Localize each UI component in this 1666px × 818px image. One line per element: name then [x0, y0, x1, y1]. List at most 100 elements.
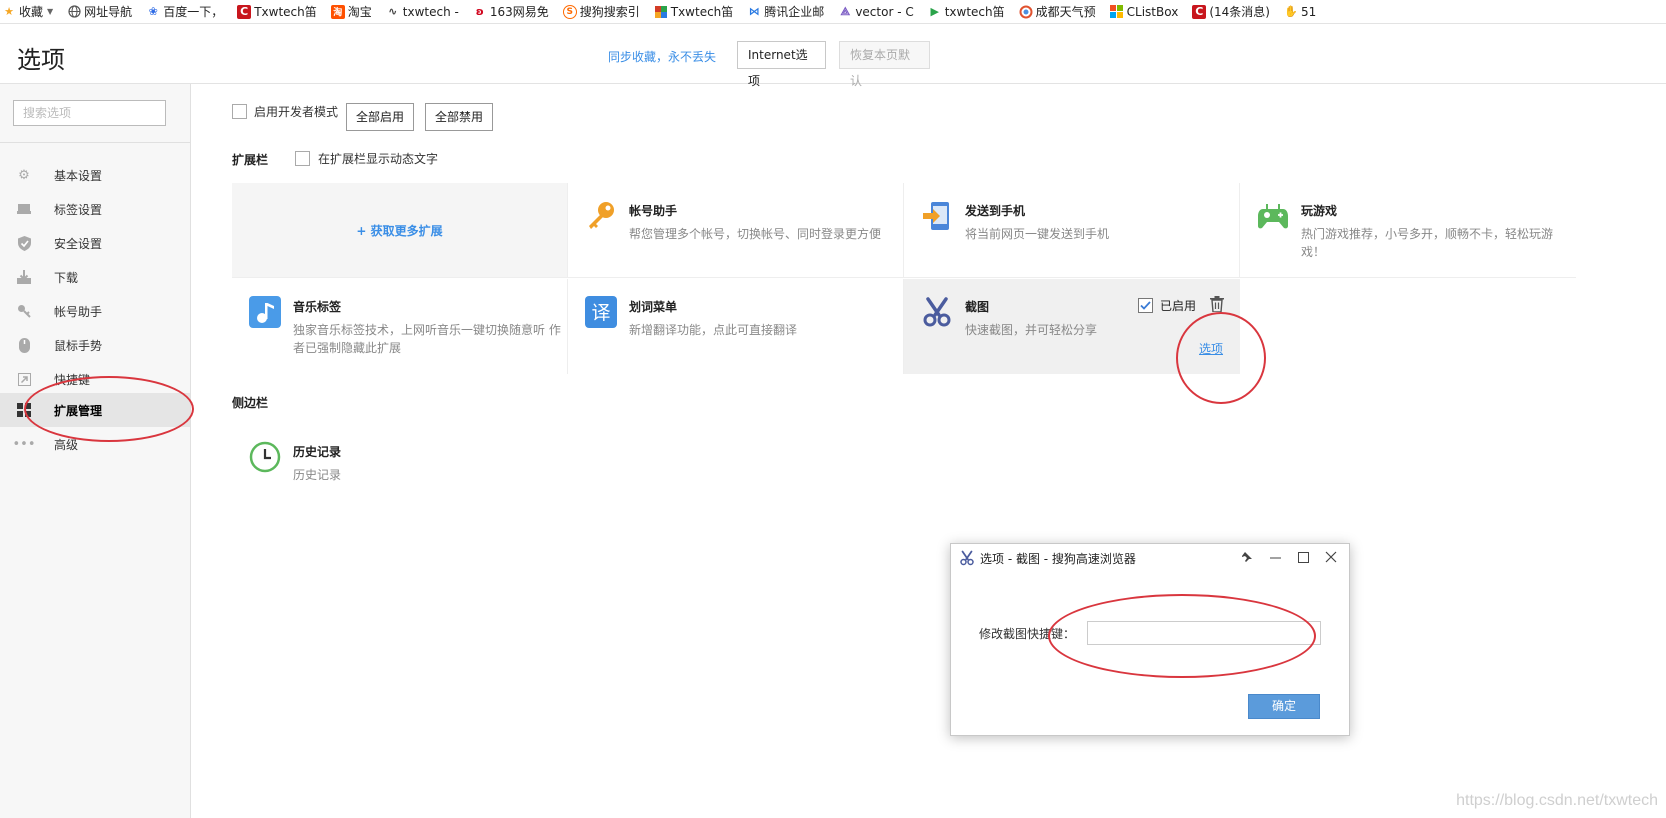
- toolbar-section-title: 扩展栏: [232, 153, 269, 167]
- get-more-card[interactable]: + 获取更多扩展: [232, 183, 568, 278]
- sidebar: 搜索选项 ⚙ 基本设置 标签设置 安全设置 下载 帐号助手 鼠标手势 快捷键 扩…: [0, 84, 191, 818]
- sidebar-item-label: 下载: [54, 270, 79, 285]
- sidebar-item-shortcuts[interactable]: 快捷键: [0, 362, 190, 396]
- page-title: 选项: [17, 46, 65, 74]
- dev-mode-checkbox[interactable]: [232, 104, 247, 119]
- sidebar-item-account[interactable]: 帐号助手: [0, 294, 190, 328]
- enabled-toggle[interactable]: 已启用: [1138, 297, 1196, 314]
- enabled-checkbox[interactable]: [1138, 298, 1153, 313]
- bookmark-item[interactable]: S 搜狗搜索引: [562, 3, 640, 20]
- bookmark-item[interactable]: 淘 淘宝: [330, 3, 372, 20]
- bookmark-item[interactable]: CListBox: [1110, 4, 1179, 19]
- bookmark-item[interactable]: 成都天气预: [1019, 3, 1096, 20]
- bookmark-item[interactable]: ✋ 51: [1284, 5, 1316, 19]
- internet-options-button[interactable]: Internet选项: [737, 41, 826, 88]
- colorful-icon: [654, 5, 668, 19]
- bookmark-item[interactable]: ▶ txwtech笛: [928, 3, 1005, 20]
- extension-card-account[interactable]: 帐号助手 帮您管理多个帐号，切换帐号、同时登录更方便: [568, 183, 904, 278]
- bookmark-label: 腾讯企业邮: [764, 5, 825, 19]
- sidebar-item-mouse-gesture[interactable]: 鼠标手势: [0, 328, 190, 362]
- sidebar-item-label: 标签设置: [54, 202, 103, 217]
- chevron-down-icon: ▼: [47, 7, 54, 16]
- key-icon: [585, 200, 617, 232]
- trash-icon[interactable]: [1210, 296, 1224, 313]
- sidebar-item-label: 基本设置: [54, 168, 103, 183]
- sogou-icon: S: [562, 4, 577, 19]
- extension-options-link[interactable]: 选项: [1199, 340, 1223, 357]
- enable-all-button[interactable]: 全部启用: [346, 103, 414, 131]
- bookmark-item[interactable]: ∿ txwtech -: [386, 5, 459, 19]
- bookmark-label: Txwtech笛: [670, 5, 734, 19]
- extension-desc: 新增翻译功能，点此可直接翻译: [629, 323, 798, 337]
- extension-card-screenshot[interactable]: 截图 快速截图，并可轻松分享 已启用 选项: [904, 279, 1240, 374]
- bookmark-label: txwtech -: [402, 4, 459, 19]
- divider: [0, 142, 190, 143]
- extension-card-send-to-phone[interactable]: 发送到手机 将当前网页一键发送到手机: [904, 183, 1240, 278]
- search-input[interactable]: 搜索选项: [13, 100, 166, 126]
- svg-text:译: 译: [591, 302, 610, 324]
- dev-mode-toggle[interactable]: 启用开发者模式: [232, 103, 338, 120]
- dialog-titlebar[interactable]: 选项 - 截图 - 搜狗高速浏览器: [951, 544, 1349, 572]
- bookmark-label: 51: [1300, 4, 1317, 19]
- extension-card-games[interactable]: 玩游戏 热门游戏推荐，小号多开，顺畅不卡，轻松玩游戏！: [1240, 183, 1576, 278]
- scissors-icon: [959, 550, 975, 566]
- sidebar-item-download[interactable]: 下载: [0, 260, 190, 294]
- sidebar-item-advanced[interactable]: ••• 高级: [0, 427, 190, 461]
- scissors-icon: [921, 296, 953, 328]
- extension-name: 历史记录: [293, 445, 342, 459]
- sidebar-item-extensions[interactable]: 扩展管理: [0, 393, 190, 427]
- bookmark-item[interactable]: C Txwtech笛: [237, 3, 317, 20]
- pin-icon[interactable]: [1239, 549, 1255, 565]
- bookmark-item[interactable]: ❀ 百度一下，: [146, 3, 224, 20]
- bookmark-item[interactable]: ʚ 163网易免: [473, 3, 549, 20]
- dialog-title: 选项 - 截图 - 搜狗高速浏览器: [980, 551, 1136, 566]
- dynamic-text-checkbox[interactable]: [295, 151, 310, 166]
- sidebar-section-title: 侧边栏: [232, 396, 269, 410]
- bookmark-label: (14条消息): [1209, 5, 1270, 19]
- bookmark-item[interactable]: Txwtech笛: [654, 3, 734, 20]
- gamepad-icon: [1257, 200, 1289, 232]
- download-icon: [16, 269, 32, 285]
- vector-icon: ⟁: [840, 4, 851, 18]
- bookmark-label: 百度一下，: [163, 5, 224, 19]
- shortcut-input[interactable]: [1087, 621, 1321, 645]
- shortcut-icon: [16, 371, 32, 387]
- check-icon: [1140, 301, 1151, 310]
- dynamic-text-toggle[interactable]: 在扩展栏显示动态文字: [295, 150, 438, 167]
- get-more-extensions-link[interactable]: + 获取更多扩展: [356, 222, 442, 239]
- mouse-icon: [16, 337, 32, 353]
- bookmark-item[interactable]: ⋈ 腾讯企业邮: [747, 3, 825, 20]
- maximize-icon[interactable]: [1295, 549, 1311, 565]
- bookmark-label: CListBox: [1126, 4, 1179, 19]
- bookmark-item[interactable]: 网址导航: [67, 3, 132, 20]
- extension-name: 音乐标签: [293, 300, 342, 314]
- ok-button[interactable]: 确定: [1248, 694, 1320, 719]
- bookmark-item[interactable]: C (14条消息): [1192, 3, 1270, 20]
- sidebar-item-tabs[interactable]: 标签设置: [0, 192, 190, 226]
- bookmark-label: 网址导航: [84, 5, 133, 19]
- more-icon: •••: [12, 436, 36, 452]
- extension-name: 截图: [965, 300, 990, 314]
- minimize-icon[interactable]: [1267, 549, 1283, 565]
- sidebar-extension-history[interactable]: 历史记录 历史记录: [232, 424, 568, 519]
- netease-icon: ʚ: [475, 5, 484, 18]
- extension-card-music[interactable]: 音乐标签 独家音乐标签技术，上网听音乐一键切换随意听 作者已强制隐藏此扩展: [232, 279, 568, 374]
- sidebar-item-security[interactable]: 安全设置: [0, 226, 190, 260]
- bookmark-item[interactable]: ⟁ vector - C: [838, 5, 913, 19]
- close-icon[interactable]: [1323, 549, 1339, 565]
- sidebar-item-basic[interactable]: ⚙ 基本设置: [0, 158, 190, 192]
- sync-link[interactable]: 同步收藏，永不丢失: [608, 48, 716, 65]
- bookmark-label: Txwtech笛: [254, 5, 317, 19]
- sidebar-item-label: 安全设置: [54, 236, 103, 251]
- extensions-panel: 启用开发者模式 全部启用 全部禁用 扩展栏 在扩展栏显示动态文字 + 获取更多扩…: [191, 84, 1666, 818]
- extension-name: 发送到手机: [965, 204, 1026, 218]
- flag-icon: ▶: [930, 5, 939, 18]
- restore-defaults-button[interactable]: 恢复本页默认: [839, 41, 930, 88]
- disable-all-button[interactable]: 全部禁用: [425, 103, 493, 131]
- hand-icon: ✋: [1284, 5, 1298, 18]
- extension-card-word-menu[interactable]: 译 划词菜单 新增翻译功能，点此可直接翻译: [568, 279, 904, 374]
- bookmark-favorites[interactable]: ★ 收藏 ▼: [2, 3, 53, 20]
- options-header: 选项 同步收藏，永不丢失 Internet选项 恢复本页默认: [0, 24, 1666, 88]
- dynamic-text-label: 在扩展栏显示动态文字: [318, 152, 439, 166]
- bookmark-label: txwtech笛: [944, 5, 1005, 19]
